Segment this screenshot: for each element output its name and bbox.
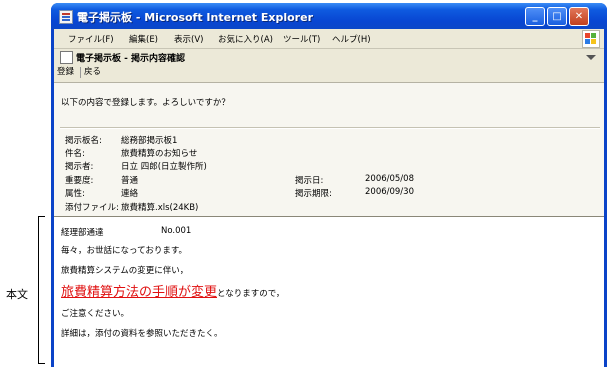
importance-label: 重要度: xyxy=(65,176,94,186)
poster-value: 日立 四郎(日立製作所) xyxy=(121,162,207,172)
body-line-1: 経理部通達 xyxy=(61,228,104,238)
body-line-6: 詳細は，添付の資料を参照いただきたく。 xyxy=(61,329,223,339)
body-line-5: ご注意ください。 xyxy=(61,309,130,319)
post-date-value: 2006/05/08 xyxy=(365,174,414,184)
browser-window: 電子掲示板 - Microsoft Internet Explorer _ □ … xyxy=(51,3,607,368)
importance-value: 普通 xyxy=(121,176,139,186)
menu-file[interactable]: ファイル(F) xyxy=(68,33,114,45)
frame-title: 電子掲示板 - 掲示内容確認 xyxy=(76,54,186,64)
body-line-2: 毎々，お世話になっております。 xyxy=(61,246,187,256)
client-area: ファイル(F) 編集(E) 表示(V) お気に入り(A) ツール(T) ヘルプ(… xyxy=(54,29,604,368)
post-date-label: 掲示日: xyxy=(295,176,324,186)
deadline-label: 掲示期限: xyxy=(295,189,332,199)
divider xyxy=(60,127,600,129)
annotation-bracket xyxy=(38,216,45,364)
menu-edit[interactable]: 編集(E) xyxy=(129,33,158,45)
back-button[interactable]: 戻る xyxy=(84,66,101,79)
menu-view[interactable]: 表示(V) xyxy=(174,33,203,45)
windows-logo-icon xyxy=(582,30,600,48)
register-button[interactable]: 登録 xyxy=(57,66,74,79)
confirm-panel: 以下の内容で登録します。よろしいですか？ 掲示板名: 総務部掲示板1 件名: 旅… xyxy=(54,82,604,216)
minimize-icon[interactable]: _ xyxy=(525,7,545,26)
frame-title-bar: 電子掲示板 - 掲示内容確認 xyxy=(54,49,604,65)
body-highlight: 旅費精算方法の手順が変更 xyxy=(61,285,218,300)
attribute-label: 属性: xyxy=(65,189,85,199)
menu-tools[interactable]: ツール(T) xyxy=(283,33,320,45)
board-label: 掲示板名: xyxy=(65,136,102,146)
page-icon xyxy=(60,51,73,64)
maximize-icon[interactable]: □ xyxy=(547,7,567,26)
body-line-3: 旅費精算システムの変更に伴い， xyxy=(61,266,189,276)
body-line-4: 旅費精算方法の手順が変更となりますので， xyxy=(61,281,284,300)
attribute-value: 連絡 xyxy=(121,189,139,199)
attachment-link[interactable]: 旅費精算.xls(24KB) xyxy=(121,201,198,213)
dropdown-arrow-icon[interactable] xyxy=(586,55,596,60)
attachment-label: 添付ファイル: xyxy=(65,203,119,213)
body-doc-number: No.001 xyxy=(161,226,192,236)
subject-value: 旅費精算のお知らせ xyxy=(121,149,198,159)
board-value: 総務部掲示板1 xyxy=(121,136,178,146)
poster-label: 掲示者: xyxy=(65,162,94,172)
message-body: 経理部通達 No.001 毎々，お世話になっております。 旅費精算システムの変更… xyxy=(54,216,604,368)
annotation-label: 本文 xyxy=(6,288,28,301)
board-icon xyxy=(59,10,73,24)
menu-help[interactable]: ヘルプ(H) xyxy=(332,33,371,45)
confirm-message: 以下の内容で登録します。よろしいですか？ xyxy=(61,98,230,108)
deadline-value: 2006/09/30 xyxy=(365,187,414,197)
body-line-4-rest: となりますので， xyxy=(217,289,285,299)
menu-bar: ファイル(F) 編集(E) 表示(V) お気に入り(A) ツール(T) ヘルプ(… xyxy=(54,29,604,49)
menu-favorites[interactable]: お気に入り(A) xyxy=(218,33,273,45)
close-icon[interactable]: ✕ xyxy=(569,7,589,26)
title-bar[interactable]: 電子掲示板 - Microsoft Internet Explorer _ □ … xyxy=(51,3,607,29)
window-title: 電子掲示板 - Microsoft Internet Explorer xyxy=(77,11,313,24)
toolbar-separator xyxy=(80,67,81,78)
subject-label: 件名: xyxy=(65,149,85,159)
